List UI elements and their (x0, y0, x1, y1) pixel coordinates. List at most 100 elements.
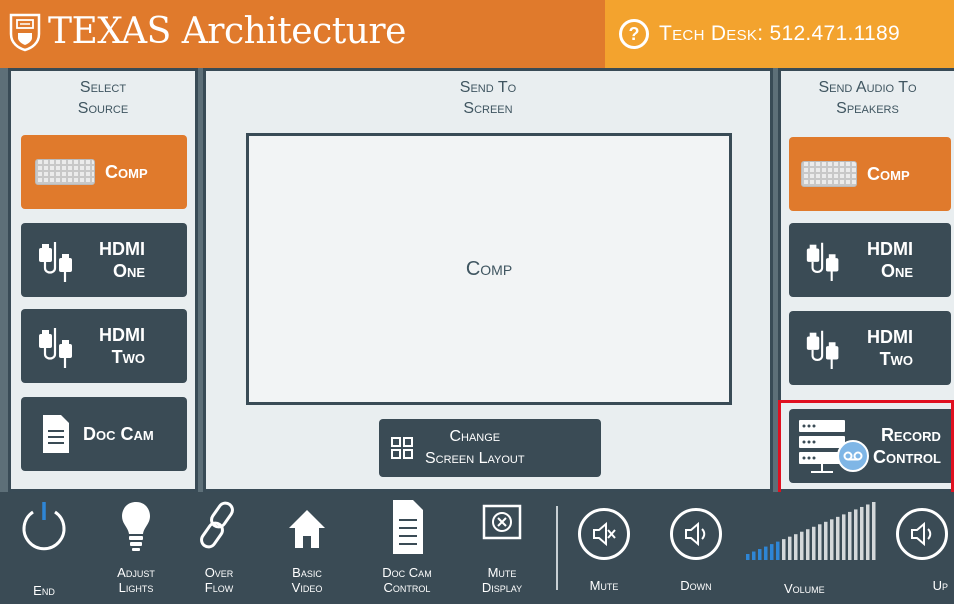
audio-hdmi-two-label: HDMI Two (867, 326, 913, 370)
adjust-lights-button[interactable]: Adjust Lights (98, 496, 174, 595)
source-doc-cam-button[interactable]: Doc Cam (21, 397, 187, 471)
layout-grid-icon (391, 437, 413, 459)
volume-mute-label: Mute (589, 578, 619, 593)
audio-hdmi-two-line1: HDMI (867, 327, 913, 347)
volume-mute-button[interactable]: Mute (566, 508, 642, 593)
send-to-screen-title-line1: Send To (459, 79, 517, 96)
doc-cam-control-label: Doc Cam Control (366, 565, 448, 595)
volume-up-button[interactable]: Up (894, 508, 954, 593)
document-icon (43, 415, 69, 453)
volume-bar (758, 549, 762, 560)
send-audio-title-line2: Speakers (836, 100, 899, 117)
audio-hdmi-two-line2: Two (879, 349, 913, 369)
keyboard-icon (35, 159, 95, 185)
help-icon: ? (619, 19, 649, 49)
volume-bar (776, 541, 780, 560)
source-hdmi-two-button[interactable]: HDMI Two (21, 309, 187, 383)
volume-up-label: Up (932, 578, 948, 593)
overflow-label: Over Flow (186, 565, 252, 595)
volume-bar (812, 526, 816, 560)
change-screen-layout-line2: Screen Layout (425, 450, 525, 467)
tech-desk-banner[interactable]: ? Tech Desk: 512.471.1189 (605, 0, 954, 68)
audio-comp-button[interactable]: Comp (789, 137, 951, 211)
source-hdmi-two-label: HDMI Two (99, 324, 145, 368)
volume-bar (842, 514, 846, 560)
screen-preview[interactable]: Comp (246, 133, 732, 405)
doc-cam-control-button[interactable]: Doc Cam Control (366, 496, 448, 595)
volume-bar (830, 519, 834, 560)
speaker-down-icon (670, 508, 722, 560)
volume-bars-icon (746, 502, 876, 560)
source-hdmi-two-line2: Two (111, 347, 145, 367)
home-icon (289, 510, 325, 548)
basic-video-line1: Basic (292, 565, 322, 580)
brand-title: TEXAS Architecture (48, 11, 406, 52)
audio-hdmi-one-button[interactable]: HDMI One (789, 223, 951, 297)
audio-hdmi-two-button[interactable]: HDMI Two (789, 311, 951, 385)
send-to-screen-title-line2: Screen (463, 100, 513, 117)
source-doc-cam-label: Doc Cam (83, 424, 154, 444)
basic-video-line2: Video (291, 580, 323, 595)
source-hdmi-one-line2: One (112, 261, 145, 281)
volume-bar (770, 544, 774, 560)
source-comp-button[interactable]: Comp (21, 135, 187, 209)
change-screen-layout-line1: Change (449, 428, 501, 445)
document-icon (393, 500, 423, 554)
overflow-line1: Over (204, 565, 234, 580)
volume-down-label: Down (680, 578, 712, 593)
screen-source-label: Comp (465, 257, 513, 280)
bottom-control-bar: End Adjust Lights Over Flow Basic Video (0, 492, 954, 604)
overflow-button[interactable]: Over Flow (186, 496, 252, 595)
bottom-divider (556, 506, 558, 590)
audio-hdmi-one-line2: One (880, 261, 913, 281)
volume-bar (872, 502, 876, 560)
volume-bar (752, 551, 756, 560)
volume-bar (764, 546, 768, 560)
hdmi-icon (806, 242, 839, 282)
keyboard-icon (801, 161, 857, 187)
volume-bar (860, 506, 864, 560)
source-comp-label: Comp (105, 162, 148, 182)
speaker-up-icon (896, 508, 948, 560)
hdmi-icon (39, 242, 72, 282)
audio-hdmi-one-line1: HDMI (867, 239, 913, 259)
hdmi-icon (39, 328, 72, 368)
volume-bar (746, 554, 750, 560)
volume-label: Volume (784, 581, 825, 596)
volume-bar (788, 536, 792, 560)
volume-bar (800, 531, 804, 560)
audio-hdmi-one-label: HDMI One (867, 238, 913, 282)
volume-bar (866, 504, 870, 560)
volume-bar (806, 529, 810, 560)
adjust-lights-label: Adjust Lights (98, 565, 174, 595)
header-bar: TEXAS Architecture ? Tech Desk: 512.471.… (0, 0, 954, 68)
volume-bar (818, 524, 822, 560)
audio-comp-label: Comp (867, 164, 910, 184)
doc-cam-control-line2: Control (383, 580, 431, 595)
select-source-panel: Select Source Comp HDMI One HDMI Two Doc… (8, 68, 198, 492)
volume-bar (854, 509, 858, 560)
volume-bar (794, 534, 798, 560)
source-hdmi-one-button[interactable]: HDMI One (21, 223, 187, 297)
send-to-screen-panel: Send To Screen Comp Change Screen Layout (203, 68, 773, 492)
end-button[interactable]: End (14, 498, 74, 598)
send-to-screen-title: Send To Screen (206, 77, 770, 119)
adjust-lights-line2: Lights (118, 580, 154, 595)
volume-meter: Volume (744, 500, 884, 596)
source-hdmi-two-line1: HDMI (99, 325, 145, 345)
volume-bar (824, 521, 828, 560)
change-screen-layout-button[interactable]: Change Screen Layout (379, 419, 601, 477)
select-source-title-line2: Source (77, 100, 129, 117)
mute-display-icon (482, 504, 522, 540)
mute-display-button[interactable]: Mute Display (466, 496, 538, 595)
shield-icon (9, 13, 41, 52)
source-hdmi-one-label: HDMI One (99, 238, 145, 282)
power-icon (22, 502, 66, 551)
link-icon (200, 501, 234, 549)
basic-video-button[interactable]: Basic Video (274, 496, 340, 595)
hdmi-icon (806, 330, 839, 370)
volume-bar (848, 511, 852, 560)
volume-down-button[interactable]: Down (658, 508, 734, 593)
speaker-mute-icon (578, 508, 630, 560)
volume-bar (782, 539, 786, 560)
